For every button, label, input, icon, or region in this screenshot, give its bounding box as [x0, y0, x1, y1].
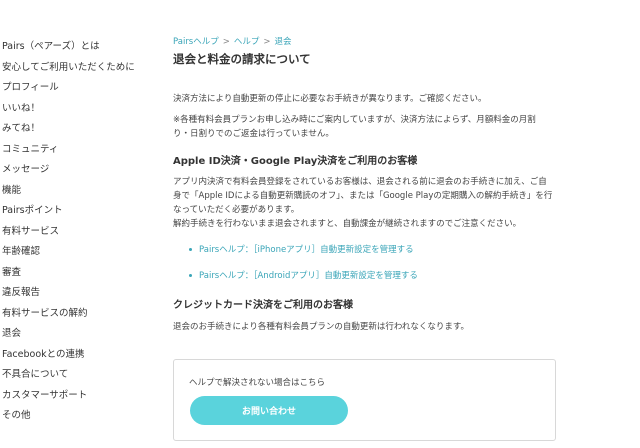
main-content: Pairsヘルプ > ヘルプ > 退会 退会と料金の請求について 決済方法により自動更新… — [173, 36, 573, 334]
sidebar-item-review[interactable]: 審査 — [0, 263, 160, 284]
contact-box-text: ヘルプで解決されない場合はこちら — [189, 378, 326, 388]
bullet-icon — [189, 248, 192, 251]
section-body-line-4: 解約手続きを行わないまま退会されますと、自動課金が継続されますのでご注意ください… — [173, 219, 522, 229]
link-android-auto-renew[interactable]: Pairsヘルプ：［Androidアプリ］自動更新設定を管理する — [199, 271, 418, 281]
sidebar-item-features[interactable]: 機能 — [0, 181, 160, 202]
sidebar-item-other[interactable]: その他 — [0, 406, 160, 427]
sidebar-item-safety[interactable]: 安心してご利用いただくために — [0, 58, 160, 79]
sidebar-item-message[interactable]: メッセージ — [0, 160, 160, 181]
sidebar-item-cancel-paid[interactable]: 有料サービスの解約 — [0, 304, 160, 325]
help-page: Pairs（ペアーズ）とは 安心してご利用いただくために プロフィール いいね！… — [0, 0, 640, 448]
sidebar-item-customer-support[interactable]: カスタマーサポート — [0, 386, 160, 407]
note-line-2: り・日割りでのご返金は行っていません。 — [173, 129, 334, 139]
section-body-credit-card: 退会のお手続きにより各種有料会員プランの自動更新は行われなくなります。 — [173, 322, 470, 332]
section-heading-app-payment: Apple ID決済・Google Play決済をご利用のお客様 — [173, 156, 418, 167]
sidebar-item-bugs[interactable]: 不具合について — [0, 365, 160, 386]
sidebar-item-like[interactable]: いいね！ — [0, 99, 160, 120]
breadcrumb-separator: > — [222, 37, 230, 47]
sidebar-item-age-verification[interactable]: 年齢確認 — [0, 242, 160, 263]
bullet-icon — [189, 274, 192, 277]
sidebar-item-about-pairs[interactable]: Pairs（ペアーズ）とは — [0, 37, 160, 58]
sidebar-item-withdrawal[interactable]: 退会 — [0, 324, 160, 345]
intro-text: 決済方法により自動更新の停止に必要なお手続きが異なります。ご確認ください。 — [173, 94, 487, 104]
section-heading-credit-card: クレジットカード決済をご利用のお客様 — [173, 300, 353, 311]
sidebar: Pairs（ペアーズ）とは 安心してご利用いただくために プロフィール いいね！… — [0, 37, 160, 427]
contact-box: ヘルプで解決されない場合はこちら お問い合わせ — [173, 359, 556, 441]
sidebar-item-paid-services[interactable]: 有料サービス — [0, 222, 160, 243]
sidebar-item-violation-report[interactable]: 違反報告 — [0, 283, 160, 304]
breadcrumb-item-pairs-help[interactable]: Pairsヘルプ — [173, 37, 219, 47]
sidebar-item-community[interactable]: コミュニティ — [0, 140, 160, 161]
breadcrumb-separator: > — [263, 37, 271, 47]
note-line-1: ※各種有料会員プランお申し込み時にご案内していますが、決済方法によらず、月額料金… — [173, 115, 536, 125]
sidebar-item-facebook[interactable]: Facebookとの連携 — [0, 345, 160, 366]
sidebar-item-profile[interactable]: プロフィール — [0, 78, 160, 99]
help-link-list: Pairsヘルプ：［iPhoneアプリ］自動更新設定を管理する Pairsヘルプ… — [173, 243, 573, 283]
section-body-app-payment: アプリ内決済で有料会員登録をされているお客様は、退会される前に退会のお手続きに加… — [173, 175, 573, 231]
breadcrumb-item-help[interactable]: ヘルプ — [234, 37, 260, 47]
section-body-line-1: アプリ内決済で有料会員登録をされているお客様は、退会される前に退会のお手続きに加… — [173, 177, 547, 187]
list-item: Pairsヘルプ：［Androidアプリ］自動更新設定を管理する — [173, 269, 573, 283]
page-title: 退会と料金の請求について — [173, 52, 311, 66]
contact-button[interactable]: お問い合わせ — [190, 396, 348, 425]
note-text: ※各種有料会員プランお申し込み時にご案内していますが、決済方法によらず、月額料金… — [173, 113, 573, 141]
section-body-line-3: なっていただく必要があります。 — [173, 205, 300, 215]
breadcrumb-item-withdrawal[interactable]: 退会 — [275, 37, 292, 47]
section-body-line-2: 身で「Apple IDによる自動更新購読のオフ」、または「Google Play… — [173, 191, 553, 201]
sidebar-item-look[interactable]: みてね！ — [0, 119, 160, 140]
breadcrumb: Pairsヘルプ > ヘルプ > 退会 — [173, 36, 573, 48]
link-iphone-auto-renew[interactable]: Pairsヘルプ：［iPhoneアプリ］自動更新設定を管理する — [199, 245, 414, 255]
list-item: Pairsヘルプ：［iPhoneアプリ］自動更新設定を管理する — [173, 243, 573, 257]
sidebar-item-pairs-points[interactable]: Pairsポイント — [0, 201, 160, 222]
